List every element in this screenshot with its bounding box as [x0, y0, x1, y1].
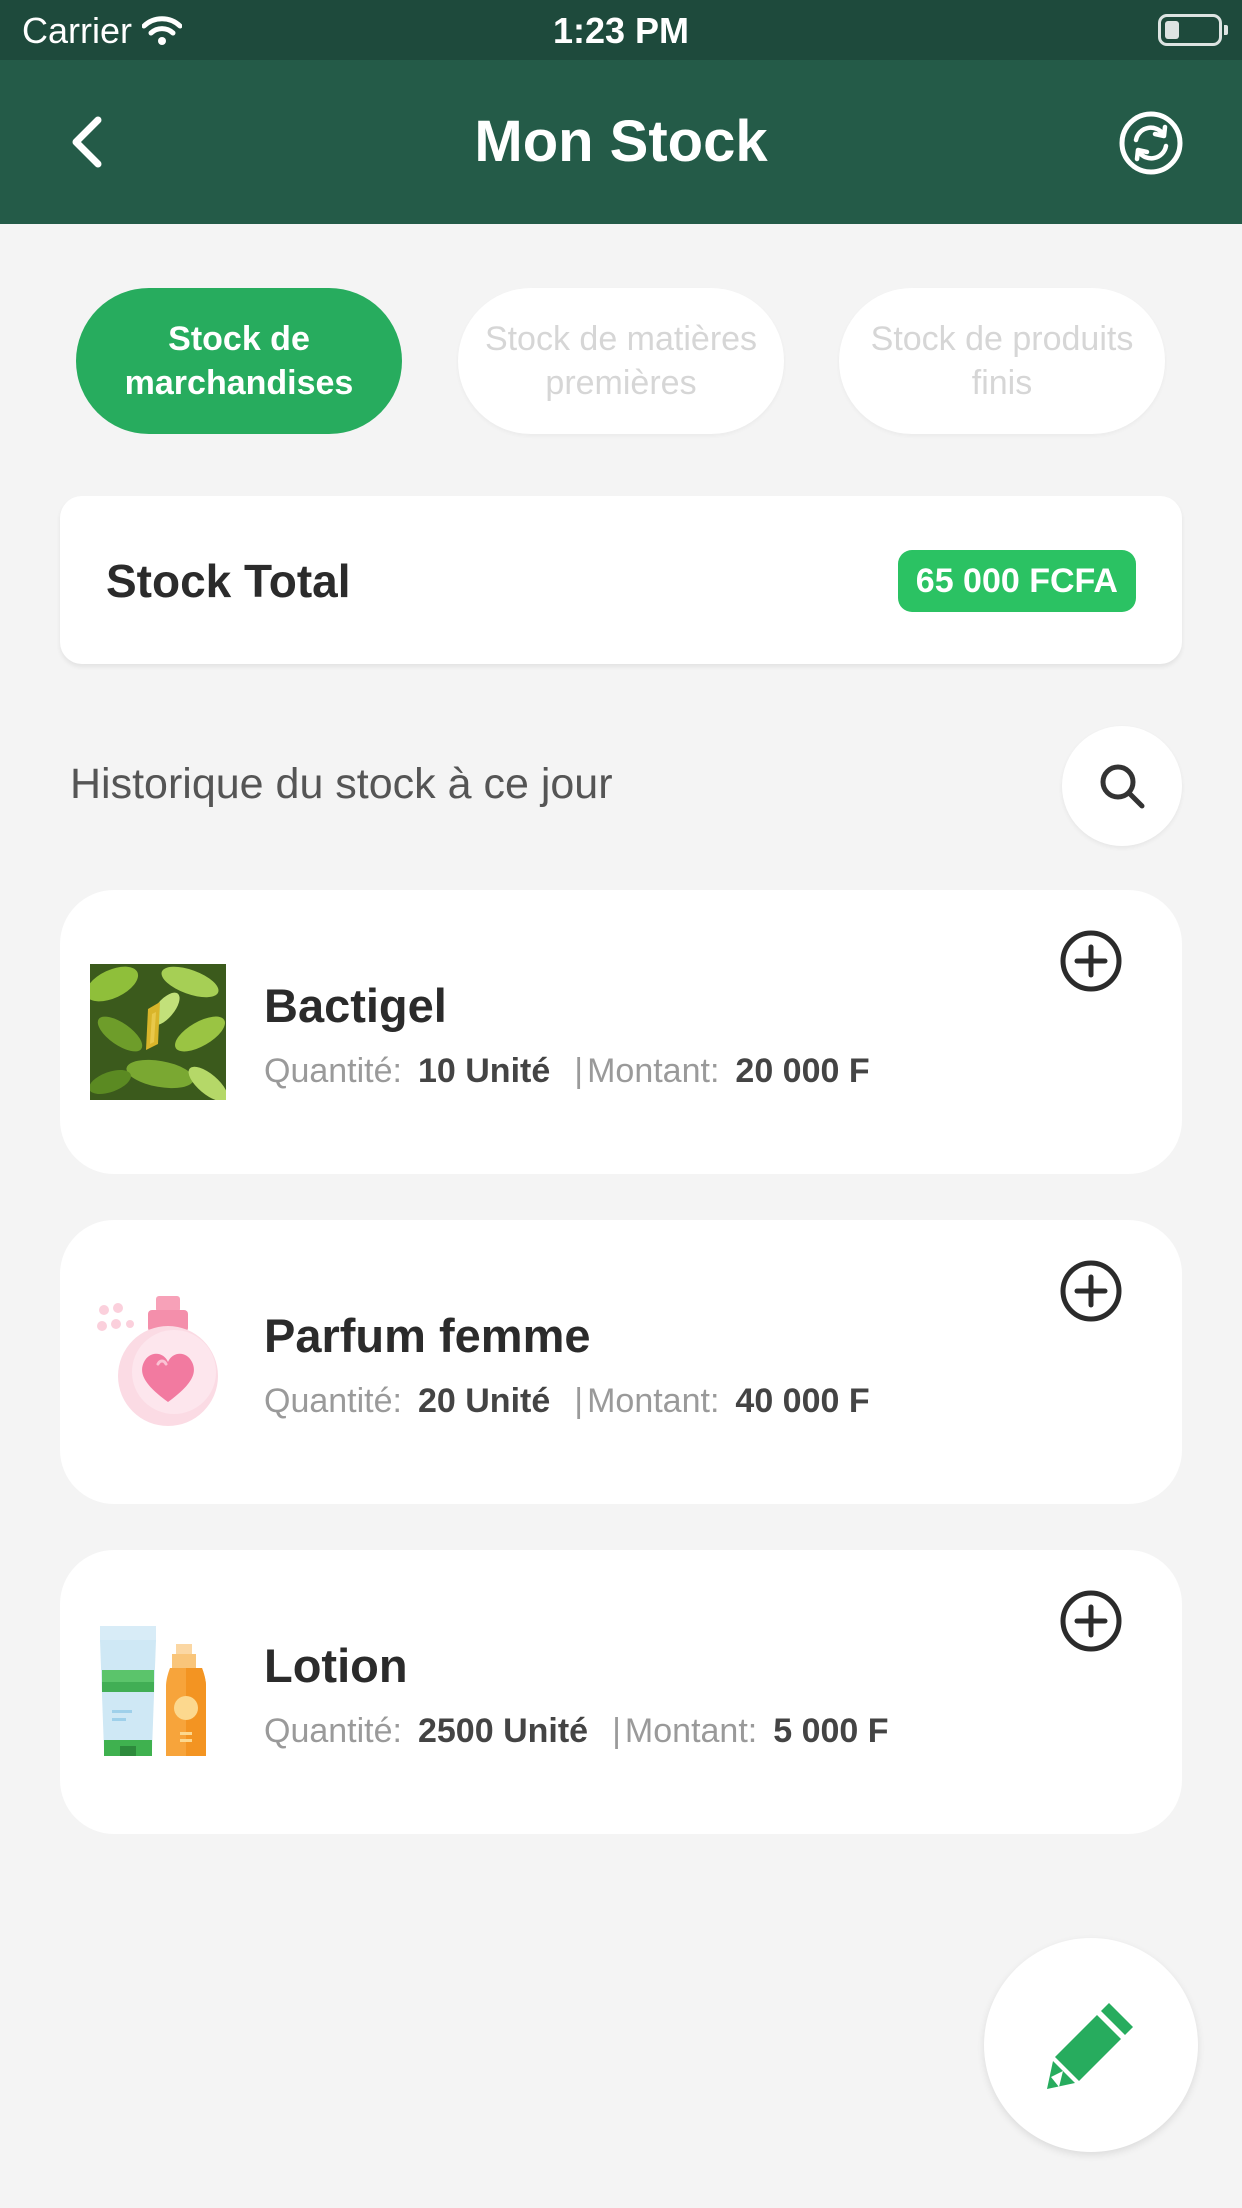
item-name: Parfum femme — [264, 1309, 591, 1362]
item-image — [90, 1294, 226, 1430]
item-meta: Quantité: 10 Unité | Montant: 20 000 F — [264, 1052, 870, 1091]
quantity-value: 2500 Unité — [417, 1712, 589, 1750]
quantity-label: Quantité: — [264, 1382, 402, 1420]
amount-value: 40 000 F — [735, 1382, 870, 1420]
nav-bar: Mon Stock — [0, 60, 1242, 224]
stock-item-card[interactable]: Bactigel Quantité: 10 Unité | Montant: 2… — [60, 890, 1182, 1174]
amount-value: 20 000 F — [735, 1052, 870, 1090]
item-meta: Quantité: 20 Unité | Montant: 40 000 F — [264, 1382, 870, 1421]
meta-separator: | — [612, 1712, 621, 1750]
quantity-label: Quantité: — [264, 1712, 402, 1750]
search-button[interactable] — [1062, 726, 1182, 846]
stock-total-badge: 65 000 FCFA — [897, 550, 1136, 612]
amount-label: Montant: — [624, 1712, 758, 1750]
status-bar: Carrier 1:23 PM — [0, 0, 1242, 60]
item-image — [90, 1624, 226, 1760]
amount-value: 5 000 F — [773, 1712, 889, 1750]
quantity-value: 10 Unité — [417, 1052, 551, 1090]
stock-total-label: Stock Total — [106, 555, 351, 607]
pencil-icon — [1047, 2003, 1133, 2089]
stock-item-card[interactable]: Lotion Quantité: 2500 Unité | Montant: 5… — [60, 1550, 1182, 1834]
stock-item-card[interactable]: Parfum femme Quantité: 20 Unité | Montan… — [60, 1220, 1182, 1504]
battery-icon — [1158, 14, 1228, 46]
meta-separator: | — [574, 1382, 584, 1420]
meta-separator: | — [574, 1052, 584, 1090]
refresh-icon[interactable] — [1118, 110, 1184, 176]
quantity-value: 20 Unité — [417, 1382, 551, 1420]
amount-label: Montant: — [587, 1052, 720, 1090]
tab-stock-produits-finis[interactable]: Stock de produits finis — [839, 288, 1165, 434]
stock-total-card: Stock Total 65 000 FCFA — [60, 496, 1182, 664]
plus-circle-icon[interactable] — [1058, 928, 1124, 994]
tab-stock-matieres-premieres[interactable]: Stock de matières premières — [458, 288, 784, 434]
plus-circle-icon[interactable] — [1058, 1258, 1124, 1324]
lotion-icon — [100, 1626, 206, 1756]
item-image — [90, 964, 226, 1100]
perfume-icon — [97, 1296, 218, 1426]
item-name: Lotion — [264, 1639, 408, 1692]
page-title: Mon Stock — [474, 109, 768, 174]
tab-stock-marchandises[interactable]: Stock de marchandises — [76, 288, 402, 434]
stock-type-tabs: Stock de marchandises Stock de matières … — [0, 288, 1242, 434]
status-time: 1:23 PM — [552, 10, 690, 51]
item-meta: Quantité: 2500 Unité | Montant: 5 000 F — [264, 1712, 889, 1751]
item-name: Bactigel — [264, 979, 447, 1032]
quantity-label: Quantité: — [264, 1052, 402, 1090]
search-icon — [1100, 764, 1145, 809]
plant-photo — [90, 964, 226, 1100]
history-label: Historique du stock à ce jour — [70, 760, 613, 808]
plus-circle-icon[interactable] — [1058, 1588, 1124, 1654]
edit-fab-button[interactable] — [984, 1938, 1198, 2152]
amount-label: Montant: — [587, 1382, 720, 1420]
